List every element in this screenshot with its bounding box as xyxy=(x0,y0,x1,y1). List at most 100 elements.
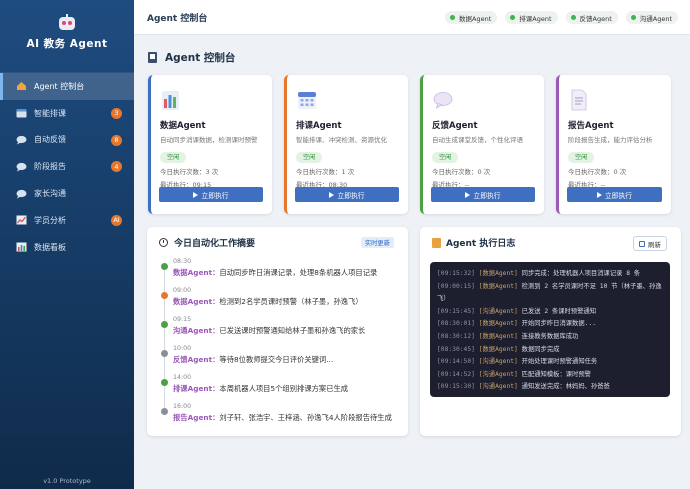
app-title: AI 教务 Agent xyxy=(26,38,108,50)
agent-name: 反馈Agent xyxy=(432,121,478,131)
run-now-button[interactable]: 立即执行 xyxy=(159,187,263,202)
chat-icon xyxy=(16,189,28,199)
chat-icon xyxy=(16,135,28,145)
agent-status-group: 数据Agent 排课Agent 反馈Agent 沟通Agent xyxy=(445,11,678,24)
sidebar-item-analysis[interactable]: 学员分析 AI xyxy=(0,207,134,234)
timeline-dot xyxy=(161,379,168,386)
status-badge: 空闲 xyxy=(296,152,323,163)
daily-summary-panel: 今日自动化工作摘要 实时更新 08:30 数据Agent：自动同步昨日消课记录，… xyxy=(147,227,408,436)
log-line: [09:14:50] [沟通Agent] 开始处理课时预警通知任务 xyxy=(437,358,598,366)
page-title: Agent 控制台 xyxy=(147,13,208,24)
top-bar: Agent 控制台 数据Agent 排课Agent 反馈Agent 沟通Agen… xyxy=(134,0,690,35)
run-count: 今日执行次数：1 次 xyxy=(296,168,355,176)
timeline-item: 09:15 沟通Agent：已发送课时预警通知给林子墨和孙逸飞的家长 xyxy=(161,316,401,345)
document-icon xyxy=(569,89,589,111)
run-count: 今日执行次数：0 次 xyxy=(432,168,491,176)
sidebar: AI 教务 Agent Agent 控制台 智能排课 3 自动反馈 8 阶段报告… xyxy=(0,0,134,489)
agent-status-pill: 排课Agent xyxy=(505,11,558,24)
run-now-button[interactable]: 立即执行 xyxy=(431,187,535,202)
speech-bubble-icon xyxy=(433,89,453,111)
ai-badge: AI xyxy=(111,214,122,226)
sidebar-item-label: 阶段报告 xyxy=(34,162,66,172)
status-badge: 空闲 xyxy=(568,152,595,163)
timeline-item: 14:00 排课Agent：本周机器人项目5个组别排课方案已生成 xyxy=(161,374,401,403)
sidebar-item-dashboard[interactable]: 数据看板 xyxy=(0,234,134,261)
run-now-button[interactable]: 立即执行 xyxy=(295,187,399,202)
sidebar-item-feedback[interactable]: 自动反馈 8 xyxy=(0,127,134,154)
agent-name: 数据Agent xyxy=(160,121,206,131)
play-icon xyxy=(596,191,602,198)
status-badge: 空闲 xyxy=(432,152,459,163)
count-badge: 3 xyxy=(111,107,122,119)
agent-status-pill: 沟通Agent xyxy=(625,11,678,24)
timeline-dot xyxy=(161,350,168,357)
log-line: [09:15:32] [数据Agent] 同步完成：处理机器人项目消课记录 8 … xyxy=(437,270,641,277)
timeline-item: 16:00 报告Agent：刘子轩、张浩宇、王梓涵、孙逸飞4人阶段报告待生成 xyxy=(161,403,401,432)
agent-name: 报告Agent xyxy=(568,121,614,131)
clock-icon xyxy=(159,238,168,247)
dashboard-icon xyxy=(148,52,157,63)
timeline: 08:30 数据Agent：自动同步昨日消课记录，处理8条机器人项目记录 09:… xyxy=(161,258,401,432)
realtime-badge: 实时更新 xyxy=(360,237,394,248)
bar-chart-icon xyxy=(16,242,28,252)
agent-card-report: 报告Agent 阶段报告生成，能力评估分析 空闲 今日执行次数：0 次 最近执行… xyxy=(556,75,671,214)
home-icon xyxy=(16,81,28,91)
play-icon xyxy=(465,191,471,198)
log-line: [08:30:45] [数据Agent] 数据同步完成 xyxy=(437,345,560,353)
log-line: [09:15:45] [沟通Agent] 已发送 2 条课时预警通知 xyxy=(437,307,596,315)
agent-name: 排课Agent xyxy=(296,121,342,131)
sidebar-item-label: Agent 控制台 xyxy=(34,81,85,91)
chart-icon xyxy=(16,215,28,225)
data-chart-icon xyxy=(161,89,181,111)
log-line: [08:30:12] [数据Agent] 连接教务数据库成功 xyxy=(437,332,579,340)
play-icon xyxy=(193,191,199,198)
section-title: Agent 控制台 xyxy=(148,50,235,65)
run-count: 今日执行次数：3 次 xyxy=(160,168,219,176)
timeline-dot xyxy=(161,408,168,415)
sidebar-item-console[interactable]: Agent 控制台 xyxy=(0,73,134,100)
sidebar-item-label: 智能排课 xyxy=(34,108,66,118)
timeline-dot xyxy=(161,321,168,328)
timeline-item: 09:00 数据Agent：检测到2名学员课时预警（林子墨，孙逸飞） xyxy=(161,287,401,316)
sidebar-item-label: 自动反馈 xyxy=(34,135,66,145)
calendar-icon xyxy=(16,108,28,118)
sidebar-item-label: 家长沟通 xyxy=(34,189,66,199)
online-dot-icon xyxy=(630,15,636,20)
sidebar-item-scheduling[interactable]: 智能排课 3 xyxy=(0,100,134,127)
agent-description: 阶段报告生成，能力评估分析 xyxy=(568,136,653,144)
timeline-dot xyxy=(161,292,168,299)
robot-icon xyxy=(58,14,76,31)
sidebar-item-reports[interactable]: 阶段报告 4 xyxy=(0,153,134,180)
agent-description: 智能排课、冲突检测、资源优化 xyxy=(296,136,387,144)
refresh-icon xyxy=(639,240,645,247)
count-badge: 4 xyxy=(111,161,122,173)
agent-card-scheduling: 排课Agent 智能排课、冲突检测、资源优化 空闲 今日执行次数：1 次 最近执… xyxy=(284,75,408,214)
agent-status-pill: 反馈Agent xyxy=(565,11,618,24)
online-dot-icon xyxy=(510,15,516,20)
count-badge: 8 xyxy=(111,134,122,146)
log-line: [09:00:15] [数据Agent] 检测到 2 名学员课时不足 10 节（… xyxy=(437,282,662,303)
log-line: [09:15:30] [沟通Agent] 通知发送完成：林妈妈、孙爸爸 xyxy=(437,383,610,391)
agent-card-feedback: 反馈Agent 自动生成课堂反馈，个性化评语 空闲 今日执行次数：0 次 最近执… xyxy=(420,75,544,214)
log-console[interactable]: [09:15:32] [数据Agent] 同步完成：处理机器人项目消课记录 8 … xyxy=(430,262,670,397)
sidebar-nav: Agent 控制台 智能排课 3 自动反馈 8 阶段报告 4 家长沟通 学员分析… xyxy=(0,72,134,261)
timeline-dot xyxy=(161,263,168,270)
sidebar-item-parents[interactable]: 家长沟通 xyxy=(0,180,134,207)
scroll-icon xyxy=(432,237,441,248)
log-line: [09:14:52] [沟通Agent] 匹配通知模板：课时预警 xyxy=(437,370,591,378)
calendar-icon xyxy=(297,89,317,111)
agent-description: 自动生成课堂反馈，个性化评语 xyxy=(432,136,523,144)
panel-title: Agent 执行日志 xyxy=(432,236,515,249)
version-label: v1.0 Prototype xyxy=(43,477,91,485)
run-count: 今日执行次数：0 次 xyxy=(568,168,627,176)
agent-description: 自动同步消课数据，检测课时预警 xyxy=(160,136,258,144)
run-now-button[interactable]: 立即执行 xyxy=(567,187,662,202)
sidebar-item-label: 数据看板 xyxy=(34,242,66,252)
online-dot-icon xyxy=(450,15,455,20)
app-logo: AI 教务 Agent xyxy=(0,0,134,68)
agent-status-pill: 数据Agent xyxy=(445,11,498,24)
timeline-item: 10:00 反馈Agent：等待8位教师提交今日评价关键词... xyxy=(161,345,401,374)
execution-log-panel: Agent 执行日志 刷新 [09:15:32] [数据Agent] 同步完成：… xyxy=(420,227,681,436)
timeline-item: 08:30 数据Agent：自动同步昨日消课记录，处理8条机器人项目记录 xyxy=(161,258,401,287)
refresh-button[interactable]: 刷新 xyxy=(633,236,667,251)
